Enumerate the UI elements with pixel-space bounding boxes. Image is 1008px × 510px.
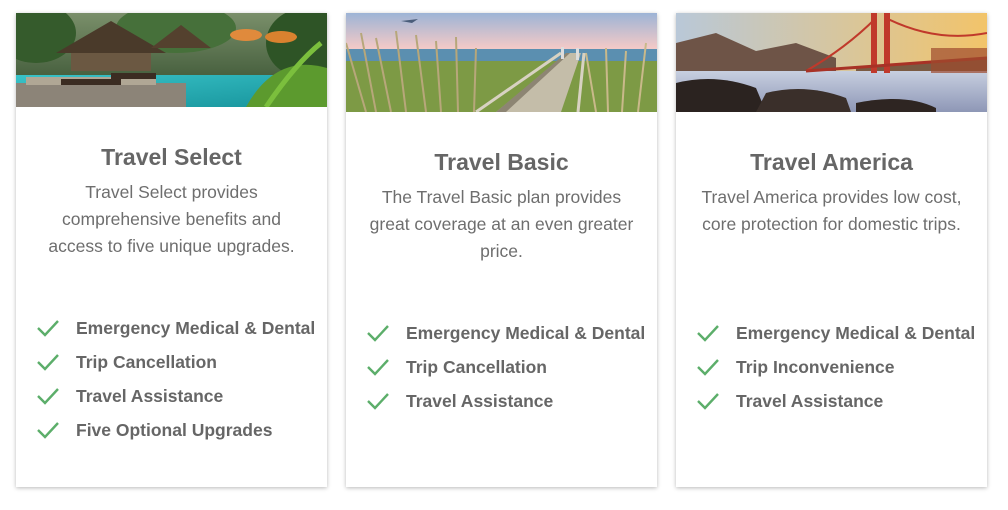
checkmark-icon (696, 324, 720, 342)
card-description: Travel Select provides comprehensive ben… (48, 182, 295, 256)
card-title: Travel America (750, 149, 913, 175)
checkmark-icon (366, 392, 390, 410)
feature-item: Trip Cancellation (366, 350, 645, 384)
feature-item: Travel Assistance (696, 384, 975, 418)
checkmark-icon (36, 353, 60, 371)
feature-label: Emergency Medical & Dental (406, 322, 646, 343)
feature-label: Trip Cancellation (406, 356, 547, 377)
checkmark-icon (36, 387, 60, 405)
feature-label: Emergency Medical & Dental (76, 317, 316, 338)
tropical-resort-pool-image (16, 13, 327, 107)
checkmark-icon (366, 324, 390, 342)
feature-label: Emergency Medical & Dental (736, 322, 976, 343)
feature-item: Emergency Medical & Dental (36, 311, 315, 345)
feature-label: Travel Assistance (736, 390, 884, 411)
checkmark-icon (696, 392, 720, 410)
checkmark-icon (36, 319, 60, 337)
checkmark-icon (696, 358, 720, 376)
feature-label: Travel Assistance (76, 385, 224, 406)
beach-boardwalk-image (346, 13, 657, 112)
card-title: Travel Basic (434, 149, 569, 175)
feature-label: Trip Inconvenience (736, 356, 895, 377)
feature-item: Trip Inconvenience (696, 350, 975, 384)
feature-list: Emergency Medical & Dental Trip Cancella… (366, 316, 645, 418)
checkmark-icon (36, 421, 60, 439)
feature-list: Emergency Medical & Dental Trip Inconven… (696, 316, 975, 418)
plan-card-travel-america[interactable]: Travel America Travel America provides l… (676, 13, 987, 487)
plan-card-travel-select[interactable]: Travel Select Travel Select provides com… (16, 13, 327, 487)
feature-item: Trip Cancellation (36, 345, 315, 379)
plan-card-travel-basic[interactable]: Travel Basic The Travel Basic plan provi… (346, 13, 657, 487)
card-title: Travel Select (101, 144, 242, 170)
feature-label: Trip Cancellation (76, 351, 217, 372)
feature-list: Emergency Medical & Dental Trip Cancella… (36, 311, 315, 447)
feature-label: Travel Assistance (406, 390, 554, 411)
checkmark-icon (366, 358, 390, 376)
feature-item: Travel Assistance (366, 384, 645, 418)
feature-label: Five Optional Upgrades (76, 419, 273, 440)
card-description: The Travel Basic plan provides great cov… (369, 187, 634, 261)
feature-item: Emergency Medical & Dental (366, 316, 645, 350)
feature-item: Travel Assistance (36, 379, 315, 413)
card-description: Travel America provides low cost, core p… (701, 187, 962, 234)
feature-item: Emergency Medical & Dental (696, 316, 975, 350)
golden-gate-bridge-image (676, 13, 987, 112)
feature-item: Five Optional Upgrades (36, 413, 315, 447)
